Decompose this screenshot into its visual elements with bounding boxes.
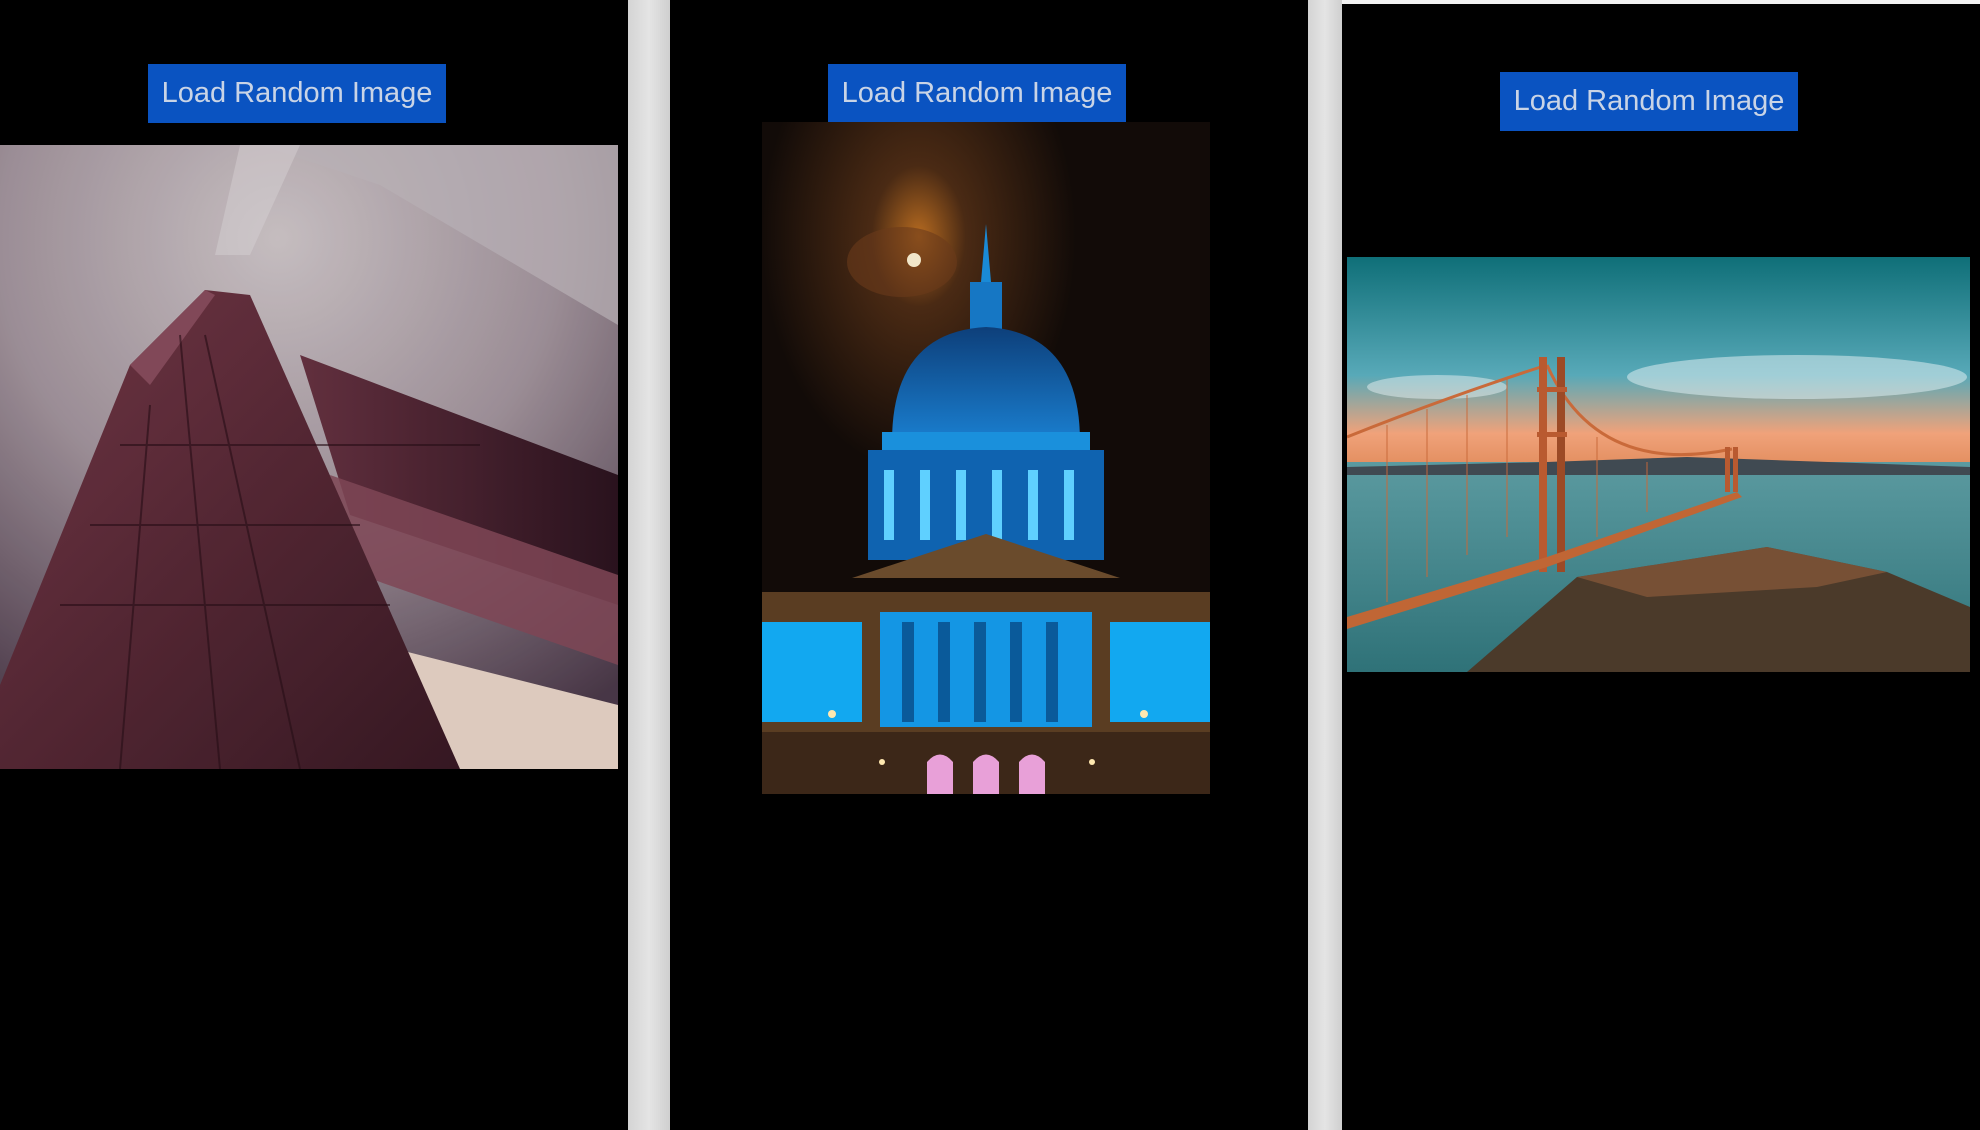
image-panel-2: Load Random Image bbox=[670, 0, 1308, 1130]
random-image-golden-gate-bridge bbox=[1347, 257, 1970, 672]
image-panel-1: Load Random Image bbox=[0, 0, 628, 1130]
random-image-golden-gate-tower bbox=[0, 145, 618, 769]
load-random-image-button[interactable]: Load Random Image bbox=[1500, 72, 1798, 131]
app-window: Load Random Image Load Random Image Load… bbox=[0, 0, 1980, 1130]
window-top-edge bbox=[1342, 0, 1980, 4]
image-panel-3: Load Random Image bbox=[1342, 0, 1980, 1130]
load-random-image-button[interactable]: Load Random Image bbox=[828, 64, 1126, 123]
panel-divider bbox=[1308, 0, 1342, 1130]
random-image-city-hall bbox=[762, 122, 1210, 794]
load-random-image-button[interactable]: Load Random Image bbox=[148, 64, 446, 123]
panel-divider bbox=[628, 0, 670, 1130]
